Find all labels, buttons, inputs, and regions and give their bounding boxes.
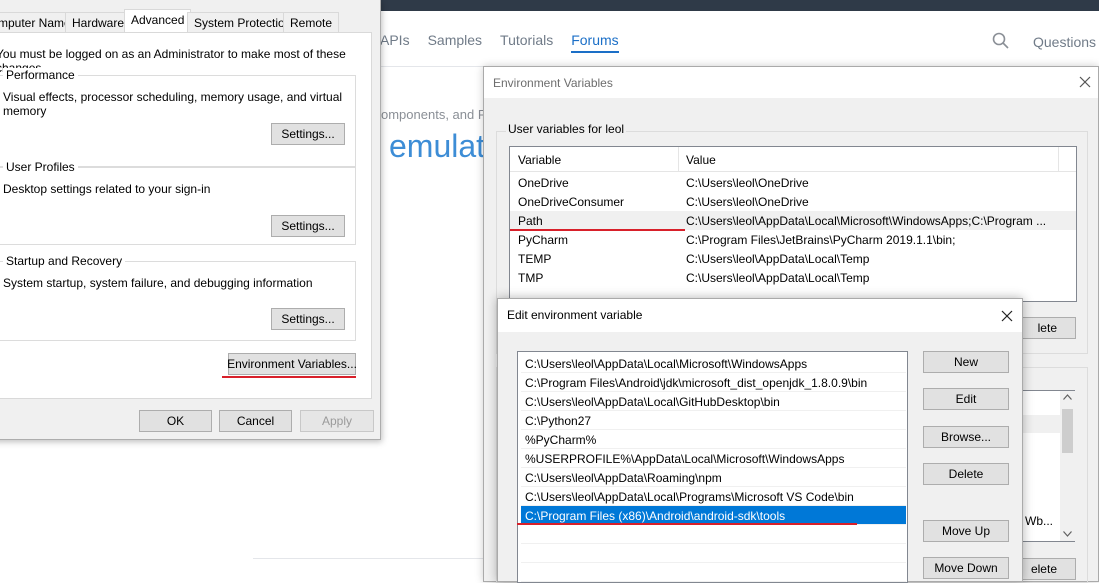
group-title: Startup and Recovery: [3, 254, 126, 268]
list-item[interactable]: %USERPROFILE%\AppData\Local\Microsoft\Wi…: [521, 449, 906, 468]
apply-button[interactable]: Apply: [300, 410, 374, 432]
tab-system-protection[interactable]: System Protection: [187, 12, 299, 32]
list-item[interactable]: C:\Users\leol\AppData\Local\Programs\Mic…: [521, 487, 906, 506]
list-item-empty[interactable]: [521, 563, 906, 582]
ok-button[interactable]: OK: [139, 410, 212, 432]
column-value[interactable]: Value: [686, 153, 716, 167]
var-value: C:\Users\leol\AppData\Local\Temp: [686, 252, 870, 266]
scrollbar[interactable]: [1060, 391, 1075, 541]
var-name: TMP: [518, 271, 544, 285]
close-icon[interactable]: [999, 308, 1015, 324]
annotation-underline: [517, 523, 857, 525]
nav-forums[interactable]: Forums: [571, 32, 619, 53]
advanced-panel: You must be logged on as an Administrato…: [0, 32, 372, 399]
tab-remote[interactable]: Remote: [283, 12, 340, 32]
sysvar-partial-text: Wb...: [1025, 514, 1054, 528]
nav-questions[interactable]: Questions: [1033, 34, 1096, 50]
group-desc: Desktop settings related to your sign-in: [3, 182, 211, 196]
list-item[interactable]: %PyCharm%: [521, 430, 906, 449]
table-row[interactable]: OneDrive C:\Users\leol\OneDrive: [510, 173, 1076, 192]
user-profiles-settings-button[interactable]: Settings...: [271, 215, 345, 237]
column-separator: [678, 147, 679, 171]
startup-recovery-group: Startup and Recovery System startup, sys…: [0, 254, 356, 341]
move-up-button[interactable]: Move Up: [923, 520, 1009, 542]
edit-button[interactable]: Edit: [923, 388, 1009, 410]
table-row-selected[interactable]: Path C:\Users\leol\AppData\Local\Microso…: [510, 211, 1076, 230]
performance-group: Performance Visual effects, processor sc…: [0, 68, 356, 167]
table-row[interactable]: OneDriveConsumer C:\Users\leol\OneDrive: [510, 192, 1076, 211]
cancel-button[interactable]: Cancel: [219, 410, 292, 432]
var-value: C:\Users\leol\AppData\Local\Microsoft\Wi…: [686, 214, 1047, 228]
new-button[interactable]: New: [923, 351, 1009, 373]
user-profiles-group: User Profiles Desktop settings related t…: [0, 160, 356, 245]
list-item-empty[interactable]: [521, 544, 906, 563]
var-value: C:\Program Files\JetBrains\PyCharm 2019.…: [686, 233, 956, 247]
title-bar: Environment Variables: [484, 67, 1098, 98]
browse-button[interactable]: Browse...: [923, 426, 1009, 448]
var-name: PyCharm: [518, 233, 569, 247]
move-down-button[interactable]: Move Down: [923, 557, 1009, 579]
var-value: C:\Users\leol\OneDrive: [686, 195, 809, 209]
chevron-up-icon[interactable]: [1063, 394, 1072, 400]
var-name: TEMP: [518, 252, 552, 266]
user-variables-list[interactable]: Variable Value OneDrive C:\Users\leol\On…: [509, 146, 1077, 302]
web-heading: emulat: [389, 128, 486, 164]
tab-strip: mputer Name Hardware Advanced System Pro…: [0, 9, 380, 32]
close-icon[interactable]: [1077, 74, 1093, 90]
annotation-underline: [222, 376, 356, 378]
dialog-title: Edit environment variable: [507, 308, 643, 322]
title-bar: Edit environment variable: [498, 299, 1022, 332]
group-desc: System startup, system failure, and debu…: [3, 276, 313, 290]
nav-apis[interactable]: APIs: [380, 32, 410, 53]
list-item[interactable]: C:\Python27: [521, 411, 906, 430]
performance-settings-button[interactable]: Settings...: [271, 123, 345, 145]
path-entries-list[interactable]: C:\Users\leol\AppData\Local\Microsoft\Wi…: [517, 351, 908, 583]
var-name: OneDriveConsumer: [518, 195, 625, 209]
table-row[interactable]: TEMP C:\Users\leol\AppData\Local\Temp: [510, 249, 1076, 268]
group-desc: Visual effects, processor scheduling, me…: [3, 90, 343, 118]
scrollbar-thumb[interactable]: [1062, 409, 1073, 453]
web-subtext: omponents, and F: [381, 107, 486, 122]
user-variables-title: User variables for leol: [506, 122, 627, 136]
list-item[interactable]: C:\Users\leol\AppData\Local\GitHubDeskto…: [521, 392, 906, 411]
list-item-empty[interactable]: [521, 525, 906, 544]
list-item[interactable]: C:\Users\leol\AppData\Roaming\npm: [521, 468, 906, 487]
var-name: OneDrive: [518, 176, 569, 190]
group-title: User Profiles: [3, 160, 78, 174]
nav-tutorials[interactable]: Tutorials: [500, 32, 553, 53]
system-properties-dialog: mputer Name Hardware Advanced System Pro…: [0, 0, 381, 440]
startup-settings-button[interactable]: Settings...: [271, 308, 345, 330]
var-name: Path: [518, 214, 543, 228]
delete-button[interactable]: Delete: [923, 463, 1009, 485]
tab-advanced[interactable]: Advanced: [124, 9, 192, 32]
column-separator: [1058, 147, 1059, 171]
web-divider-bottom: [253, 558, 488, 559]
edit-environment-variable-dialog: Edit environment variable C:\Users\leol\…: [497, 298, 1023, 583]
list-item[interactable]: C:\Users\leol\AppData\Local\Microsoft\Wi…: [521, 354, 906, 373]
var-value: C:\Users\leol\AppData\Local\Temp: [686, 271, 870, 285]
list-header: Variable Value: [510, 147, 1076, 172]
web-nav: APIs Samples Tutorials Forums: [380, 32, 637, 53]
var-value: C:\Users\leol\OneDrive: [686, 176, 809, 190]
column-variable[interactable]: Variable: [518, 153, 561, 167]
table-row[interactable]: TMP C:\Users\leol\AppData\Local\Temp: [510, 268, 1076, 287]
dialog-title: Environment Variables: [493, 76, 613, 90]
group-title: Performance: [3, 68, 78, 82]
search-icon[interactable]: [992, 32, 1009, 49]
tab-hardware[interactable]: Hardware: [65, 12, 132, 32]
nav-samples[interactable]: Samples: [428, 32, 482, 53]
list-item[interactable]: C:\Program Files\Android\jdk\microsoft_d…: [521, 373, 906, 392]
table-row[interactable]: PyCharm C:\Program Files\JetBrains\PyCha…: [510, 230, 1076, 249]
chevron-down-icon[interactable]: [1063, 531, 1072, 537]
environment-variables-button[interactable]: Environment Variables...: [227, 353, 357, 375]
